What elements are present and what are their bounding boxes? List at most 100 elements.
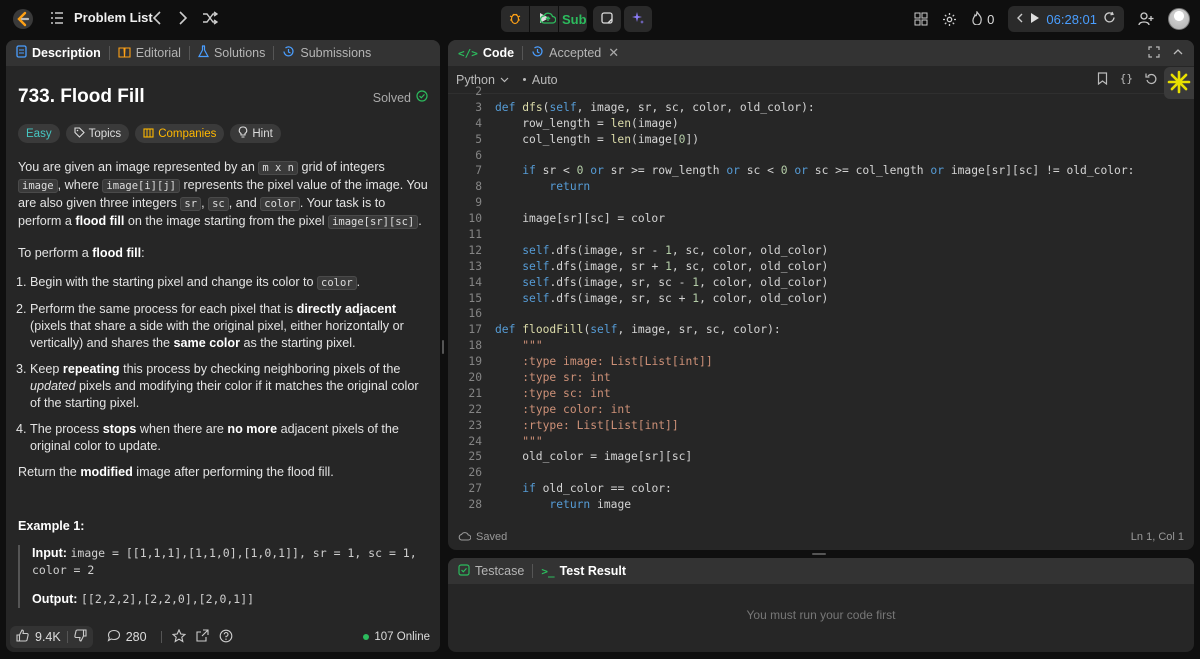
line-number: 22	[468, 402, 482, 416]
check-circle-icon	[416, 90, 428, 105]
saved-status: Saved	[476, 531, 508, 543]
tab-submissions[interactable]: Submissions	[282, 45, 371, 61]
code-line[interactable]: 11	[448, 227, 1194, 243]
code-line[interactable]: 9	[448, 195, 1194, 211]
code-line[interactable]: 15 self.dfs(image, sr, sc + 1, color, ol…	[448, 291, 1194, 307]
code-line[interactable]: 18 """	[448, 338, 1194, 354]
code-line[interactable]: 2	[448, 84, 1194, 100]
code-text: def dfs(self, image, sr, sc, color, old_…	[495, 100, 815, 114]
problem-list-button[interactable]: Problem List	[50, 10, 153, 25]
problem-list-label: Problem List	[74, 10, 153, 25]
maximize-icon[interactable]	[1148, 45, 1160, 61]
code-line[interactable]: 8 return	[448, 179, 1194, 195]
topics-tag[interactable]: Topics	[65, 124, 130, 143]
code-line[interactable]: 25 old_color = image[sr][sc]	[448, 449, 1194, 465]
line-number: 6	[475, 148, 482, 162]
example-heading: Example 1:	[18, 519, 85, 533]
bullet-icon	[522, 78, 526, 81]
shuffle-icon[interactable]	[202, 9, 218, 27]
code-line[interactable]: 24 """	[448, 434, 1194, 450]
line-number: 9	[475, 196, 482, 210]
code-line[interactable]: 27 if old_color == color:	[448, 481, 1194, 497]
list-icon	[50, 11, 64, 24]
code-text: self.dfs(image, sr + 1, sc, color, old_c…	[522, 259, 829, 273]
solved-status: Solved	[373, 90, 428, 105]
tab-editorial[interactable]: Editorial	[118, 46, 181, 61]
submit-button[interactable]: Submit	[539, 6, 587, 32]
share-icon[interactable]	[196, 629, 209, 645]
code-line[interactable]: 14 self.dfs(image, sr, sc - 1, color, ol…	[448, 275, 1194, 291]
code-line[interactable]: 12 self.dfs(image, sr - 1, sc, color, ol…	[448, 243, 1194, 259]
inline-code: m x n	[258, 161, 298, 175]
code-text: :type sc: int	[522, 386, 611, 400]
code-line[interactable]: 23 :rtype: List[List[int]]	[448, 418, 1194, 434]
chevron-up-icon[interactable]	[1172, 46, 1184, 61]
building-icon	[143, 127, 154, 141]
leetcode-logo-icon[interactable]	[12, 8, 34, 30]
reset-icon[interactable]	[1103, 11, 1116, 27]
history-icon	[282, 45, 295, 61]
code-line[interactable]: 22 :type color: int	[448, 402, 1194, 418]
code-text: col_length = len(image[0])	[495, 132, 700, 146]
code-line[interactable]: 17 def floodFill(self, image, sr, sc, col…	[448, 322, 1194, 338]
code-line[interactable]: 28 return image	[448, 497, 1194, 512]
gear-icon[interactable]	[942, 12, 957, 27]
code-text: def floodFill(self, image, sr, sc, color…	[495, 323, 781, 337]
thumbs-down-icon[interactable]	[74, 629, 87, 645]
code-text: old_color = image[sr][sc]	[495, 450, 693, 464]
streak-counter[interactable]: 0	[971, 9, 995, 28]
next-problem-icon[interactable]	[176, 9, 190, 27]
chevron-left-icon[interactable]	[1016, 12, 1024, 27]
streak-count: 0	[987, 11, 995, 27]
tab-testcase[interactable]: Testcase	[458, 563, 524, 579]
code-line[interactable]: 4 row_length = len(image)	[448, 116, 1194, 132]
timer-widget[interactable]: 06:28:01	[1008, 6, 1124, 32]
inline-code: image	[18, 179, 58, 193]
code-line[interactable]: 7 if sr < 0 or sr >= row_length or sc < …	[448, 163, 1194, 179]
tab-solutions[interactable]: Solutions	[197, 45, 265, 61]
notes-button[interactable]	[593, 6, 621, 32]
code-icon: </>	[458, 46, 478, 60]
comment-count: 280	[125, 630, 147, 644]
ai-assist-button[interactable]	[624, 6, 652, 32]
tab-code[interactable]: </> Code	[458, 46, 514, 60]
close-icon[interactable]: ✕	[608, 45, 619, 61]
code-line[interactable]: 26	[448, 465, 1194, 481]
avatar[interactable]	[1168, 8, 1190, 30]
thumbs-up-icon[interactable]	[16, 629, 29, 645]
add-friend-icon[interactable]	[1138, 12, 1154, 26]
tab-description[interactable]: Description	[16, 45, 101, 61]
star-icon[interactable]	[171, 628, 186, 646]
code-line[interactable]: 3 def dfs(self, image, sr, sc, color, old…	[448, 100, 1194, 116]
horizontal-resize-handle[interactable]	[812, 553, 826, 555]
debug-button[interactable]	[501, 6, 529, 32]
code-line[interactable]: 19 :type image: List[List[int]]	[448, 354, 1194, 370]
inline-code: image[sr][sc]	[328, 215, 419, 229]
prev-problem-icon[interactable]	[150, 9, 164, 27]
code-line[interactable]: 21 :type sc: int	[448, 386, 1194, 402]
comments-button[interactable]: 280	[107, 629, 147, 645]
line-number: 3	[475, 100, 482, 114]
code-line[interactable]: 5 col_length = len(image[0])	[448, 132, 1194, 148]
line-number: 8	[475, 180, 482, 194]
inline-code: color	[260, 197, 300, 211]
code-editor[interactable]: 2 3 def dfs(self, image, sr, sc, color, ol…	[448, 84, 1194, 512]
code-line[interactable]: 6	[448, 148, 1194, 164]
tab-accepted[interactable]: Accepted ✕	[531, 45, 619, 61]
code-line[interactable]: 20 :type sr: int	[448, 370, 1194, 386]
tab-test-result[interactable]: >_ Test Result	[541, 564, 626, 578]
code-line[interactable]: 10 image[sr][sc] = color	[448, 211, 1194, 227]
line-number: 4	[475, 116, 482, 130]
code-line[interactable]: 13 self.dfs(image, sr + 1, sc, color, ol…	[448, 259, 1194, 275]
layout-grid-icon[interactable]	[914, 12, 928, 26]
companies-tag[interactable]: Companies	[135, 124, 225, 143]
difficulty-badge[interactable]: Easy	[18, 124, 60, 143]
vertical-resize-handle[interactable]	[442, 340, 444, 354]
timer-play-icon[interactable]	[1030, 12, 1040, 27]
problem-description: 733. Flood Fill Easy Topics Companies Hi…	[6, 66, 440, 608]
hint-tag[interactable]: Hint	[230, 124, 281, 143]
list-item: Begin with the starting pixel and change…	[30, 274, 428, 292]
code-line[interactable]: 16	[448, 306, 1194, 322]
help-icon[interactable]	[219, 629, 233, 646]
test-tabbar: Testcase >_ Test Result	[448, 558, 1194, 584]
